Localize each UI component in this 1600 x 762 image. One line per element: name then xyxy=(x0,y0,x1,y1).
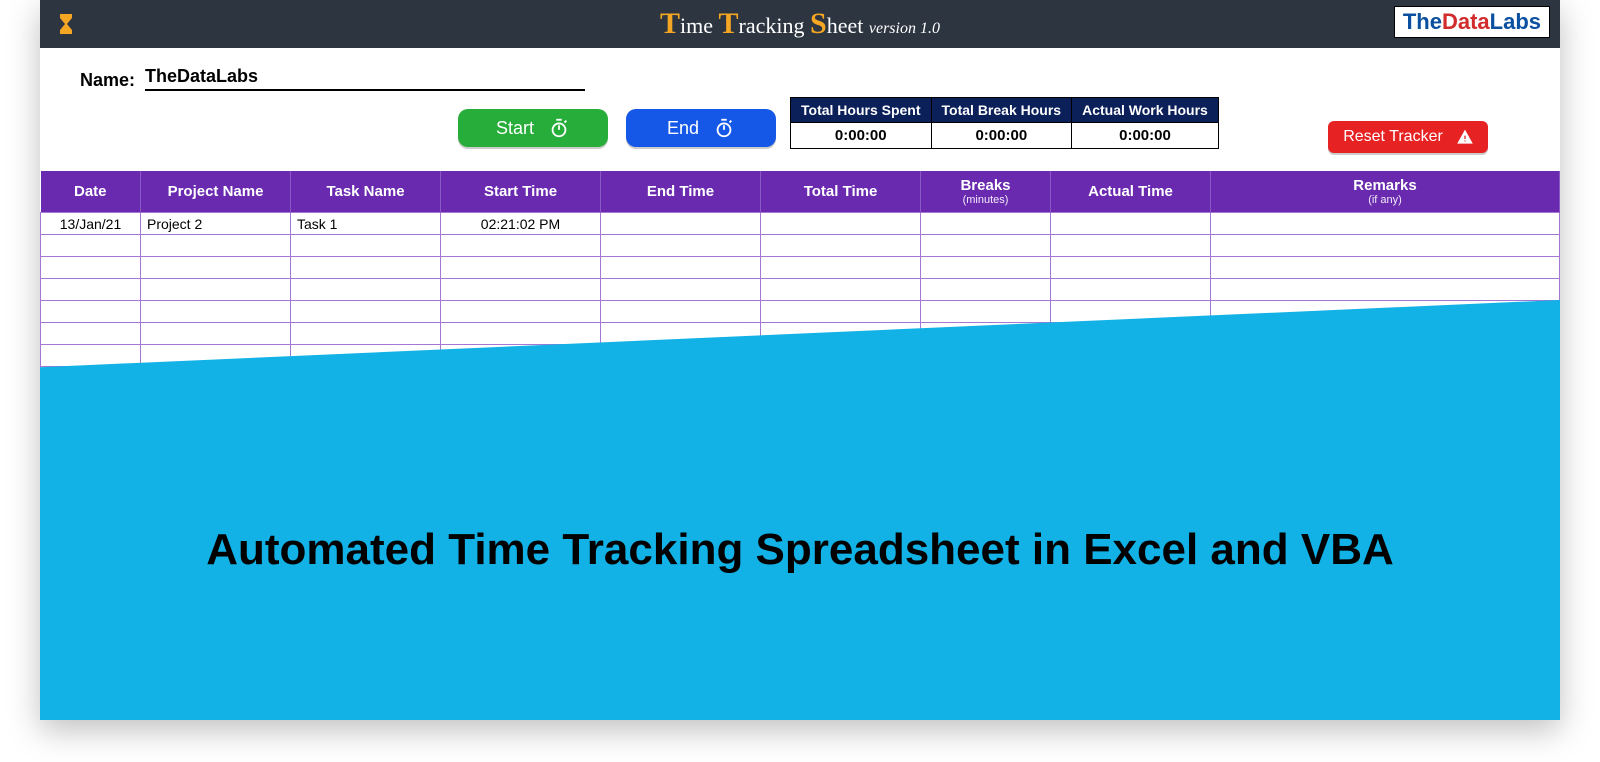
cell-empty[interactable] xyxy=(41,345,141,367)
cell-empty[interactable] xyxy=(921,257,1051,279)
cell-empty[interactable] xyxy=(601,301,761,323)
cell-empty[interactable] xyxy=(291,257,441,279)
name-label: Name: xyxy=(80,70,135,91)
hourglass-icon xyxy=(52,10,80,38)
summary-table: Total Hours Spent Total Break Hours Actu… xyxy=(790,97,1219,149)
cell-empty[interactable] xyxy=(1051,279,1211,301)
cell-empty[interactable] xyxy=(1211,257,1560,279)
cell-total[interactable] xyxy=(761,213,921,235)
cell-empty[interactable] xyxy=(761,279,921,301)
cell-empty[interactable] xyxy=(1051,257,1211,279)
summary-value: 0:00:00 xyxy=(931,123,1072,149)
cell-empty[interactable] xyxy=(441,279,601,301)
col-end: End Time xyxy=(601,171,761,213)
cell-breaks[interactable] xyxy=(921,213,1051,235)
end-button-label: End xyxy=(667,118,699,139)
cell-task[interactable]: Task 1 xyxy=(291,213,441,235)
cell-date[interactable]: 13/Jan/21 xyxy=(41,213,141,235)
summary-value: 0:00:00 xyxy=(1072,123,1219,149)
cell-empty[interactable] xyxy=(141,301,291,323)
cell-empty[interactable] xyxy=(601,257,761,279)
cell-empty[interactable] xyxy=(1051,235,1211,257)
cell-empty[interactable] xyxy=(441,257,601,279)
cell-empty[interactable] xyxy=(41,257,141,279)
cell-empty[interactable] xyxy=(921,301,1051,323)
cell-empty[interactable] xyxy=(41,235,141,257)
cell-project[interactable]: Project 2 xyxy=(141,213,291,235)
start-button-label: Start xyxy=(496,118,534,139)
cell-actual[interactable] xyxy=(1051,213,1211,235)
table-row[interactable] xyxy=(41,235,1560,257)
cell-empty[interactable] xyxy=(921,235,1051,257)
cell-empty[interactable] xyxy=(761,301,921,323)
cell-start[interactable]: 02:21:02 PM xyxy=(441,213,601,235)
cell-empty[interactable] xyxy=(141,257,291,279)
end-button[interactable]: End xyxy=(626,109,776,147)
cell-empty[interactable] xyxy=(41,279,141,301)
table-row[interactable] xyxy=(41,257,1560,279)
col-date: Date xyxy=(41,171,141,213)
table-row[interactable]: 13/Jan/21Project 2Task 102:21:02 PM xyxy=(41,213,1560,235)
col-start: Start Time xyxy=(441,171,601,213)
summary-header: Total Hours Spent xyxy=(791,98,932,123)
start-button[interactable]: Start xyxy=(458,109,608,147)
cell-empty[interactable] xyxy=(441,235,601,257)
cell-empty[interactable] xyxy=(291,301,441,323)
warning-icon xyxy=(1457,129,1473,145)
cell-end[interactable] xyxy=(601,213,761,235)
cell-empty[interactable] xyxy=(921,279,1051,301)
table-row[interactable] xyxy=(41,279,1560,301)
col-remarks: Remarks(if any) xyxy=(1211,171,1560,213)
caption-text: Automated Time Tracking Spreadsheet in E… xyxy=(206,445,1394,575)
col-actual: Actual Time xyxy=(1051,171,1211,213)
cell-empty[interactable] xyxy=(761,257,921,279)
cell-empty[interactable] xyxy=(441,323,601,345)
cell-empty[interactable] xyxy=(141,235,291,257)
cell-empty[interactable] xyxy=(141,323,291,345)
cell-empty[interactable] xyxy=(41,301,141,323)
col-total: Total Time xyxy=(761,171,921,213)
brand-logo: TheDataLabs xyxy=(1394,6,1550,38)
cell-remarks[interactable] xyxy=(1211,213,1560,235)
col-project: Project Name xyxy=(141,171,291,213)
cell-empty[interactable] xyxy=(41,323,141,345)
cell-empty[interactable] xyxy=(291,235,441,257)
cell-empty[interactable] xyxy=(1211,279,1560,301)
cell-empty[interactable] xyxy=(601,279,761,301)
cell-empty[interactable] xyxy=(761,235,921,257)
summary-header: Total Break Hours xyxy=(931,98,1072,123)
col-task: Task Name xyxy=(291,171,441,213)
stopwatch-icon xyxy=(713,117,735,139)
reset-button-label: Reset Tracker xyxy=(1343,128,1443,146)
cell-empty[interactable] xyxy=(291,323,441,345)
app-header: Time Tracking Sheet version 1.0 TheDataL… xyxy=(40,0,1560,48)
name-field[interactable]: TheDataLabs xyxy=(145,66,585,91)
cell-empty[interactable] xyxy=(601,235,761,257)
app-title: Time Tracking Sheet version 1.0 xyxy=(40,7,1560,41)
summary-header: Actual Work Hours xyxy=(1072,98,1219,123)
cell-empty[interactable] xyxy=(141,279,291,301)
col-breaks: Breaks(minutes) xyxy=(921,171,1051,213)
cell-empty[interactable] xyxy=(441,301,601,323)
stopwatch-icon xyxy=(548,117,570,139)
grid-header-row: Date Project Name Task Name Start Time E… xyxy=(41,171,1560,213)
cell-empty[interactable] xyxy=(291,279,441,301)
cell-empty[interactable] xyxy=(1211,235,1560,257)
caption-overlay: Automated Time Tracking Spreadsheet in E… xyxy=(40,300,1560,720)
summary-value: 0:00:00 xyxy=(791,123,932,149)
reset-tracker-button[interactable]: Reset Tracker xyxy=(1328,121,1488,153)
